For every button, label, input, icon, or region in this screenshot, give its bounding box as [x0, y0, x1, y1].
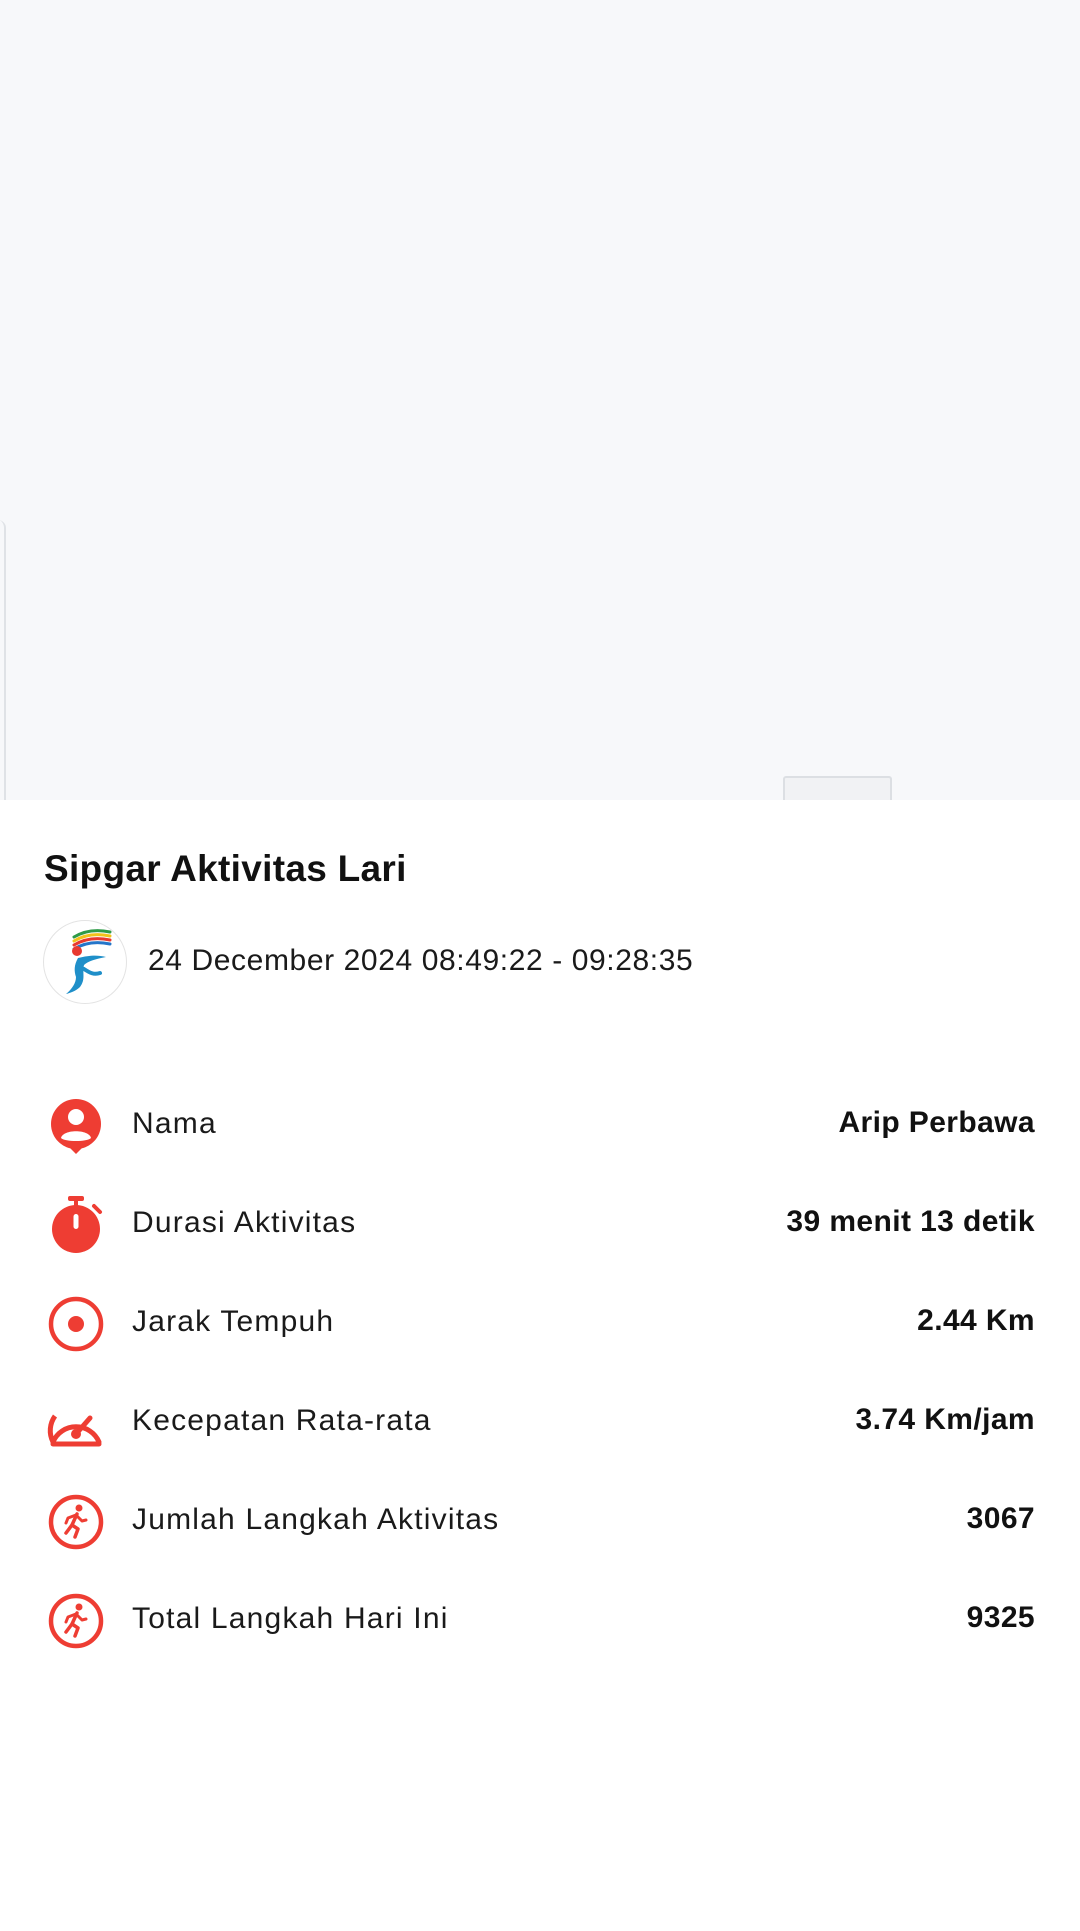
activity-summary-card: Sipgar Aktivitas Lari 24 December 2024 0… — [0, 800, 1080, 1931]
stat-value: 39 menit 13 detik — [786, 1205, 1035, 1238]
activity-title: Sipgar Aktivitas Lari — [44, 848, 407, 889]
stat-value: 3.74 Km/jam — [855, 1403, 1035, 1436]
map-road — [0, 520, 6, 800]
stat-label: Nama — [132, 1107, 217, 1140]
stat-value: Arip Perbawa — [838, 1106, 1035, 1139]
stat-label: Total Langkah Hari Ini — [132, 1602, 449, 1635]
stat-row-jumlah-langkah: Jumlah Langkah Aktivitas 3067 — [0, 1471, 1080, 1570]
stat-value: 3067 — [966, 1502, 1035, 1535]
stat-row-jarak: Jarak Tempuh 2.44 Km — [0, 1273, 1080, 1372]
stat-label: Jumlah Langkah Aktivitas — [132, 1503, 500, 1536]
stat-row-total-langkah: Total Langkah Hari Ini 9325 — [0, 1570, 1080, 1669]
stat-row-kecepatan: Kecepatan Rata-rata 3.74 Km/jam — [0, 1372, 1080, 1471]
stat-row-durasi: Durasi Aktivitas 39 menit 13 detik — [0, 1174, 1080, 1273]
speedometer-icon — [47, 1394, 105, 1452]
stat-row-nama: Nama Arip Perbawa — [0, 1075, 1080, 1174]
map-view[interactable] — [0, 0, 1080, 800]
stat-value: 2.44 Km — [917, 1304, 1035, 1337]
running-figure-logo-icon — [43, 920, 127, 1004]
stat-label: Jarak Tempuh — [132, 1305, 335, 1338]
stats-list: Nama Arip Perbawa Durasi Aktivitas 39 me… — [0, 1075, 1080, 1669]
stat-value: 9325 — [966, 1601, 1035, 1634]
runner-icon — [47, 1493, 105, 1551]
map-building — [783, 776, 892, 800]
stat-label: Durasi Aktivitas — [132, 1206, 357, 1239]
stopwatch-icon — [47, 1196, 105, 1254]
stat-label: Kecepatan Rata-rata — [132, 1404, 432, 1437]
runner-icon — [47, 1592, 105, 1650]
activity-datetime: 24 December 2024 08:49:22 - 09:28:35 — [148, 944, 694, 977]
person-pin-icon — [47, 1097, 105, 1155]
target-icon — [47, 1295, 105, 1353]
